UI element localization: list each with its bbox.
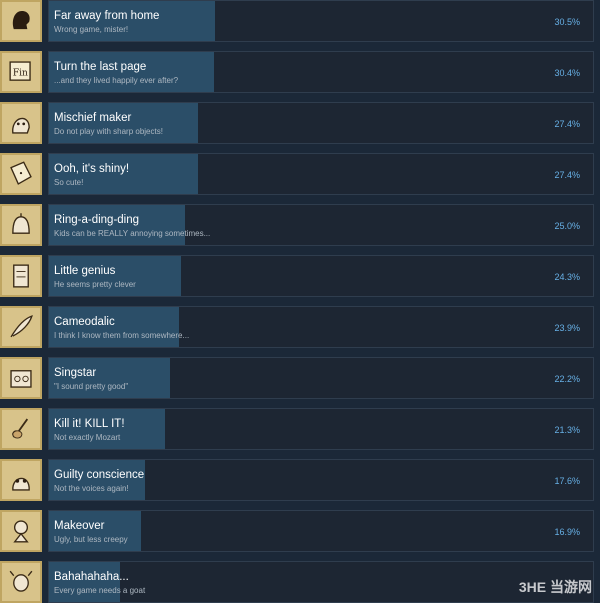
unlock-percentage: 17.6% xyxy=(554,476,580,486)
doll-icon xyxy=(0,510,42,552)
achievement-description: "I sound pretty good" xyxy=(54,382,129,391)
feather-icon xyxy=(0,306,42,348)
unlock-percentage: 25.0% xyxy=(554,221,580,231)
radio-icon xyxy=(0,357,42,399)
achievement-row[interactable]: Makeover Ugly, but less creepy 16.9% xyxy=(0,510,594,552)
progress-bar: Ring-a-ding-ding Kids can be REALLY annoy… xyxy=(48,204,594,246)
silhouette-face-icon xyxy=(0,0,42,42)
progress-bar: Cameodalic I think I know them from somew… xyxy=(48,306,594,348)
achievement-row[interactable]: Guilty conscience Not the voices again! 17… xyxy=(0,459,594,501)
achievement-title: Ring-a-ding-ding xyxy=(54,214,140,226)
violin-icon xyxy=(0,408,42,450)
achievement-description: Wrong game, mister! xyxy=(54,25,129,34)
achievement-row[interactable]: Bahahahaha... Every game needs a goat xyxy=(0,561,594,603)
achievement-row[interactable]: Kill it! KILL IT! Not exactly Mozart 21.3% xyxy=(0,408,594,450)
ghost-face-icon xyxy=(0,459,42,501)
shiny-cloth-icon xyxy=(0,153,42,195)
achievement-list: Far away from home Wrong game, mister! 30.… xyxy=(0,0,600,603)
achievement-title: Guilty conscience xyxy=(54,469,145,481)
book-fin-icon: Fin xyxy=(0,51,42,93)
achievement-description: So cute! xyxy=(54,178,84,187)
achievement-description: ...and they lived happily ever after? xyxy=(54,76,179,85)
svg-text:Fin: Fin xyxy=(13,69,28,79)
unlock-percentage: 23.9% xyxy=(554,323,580,333)
progress-bar: Singstar "I sound pretty good" 22.2% xyxy=(48,357,594,399)
achievement-description: Do not play with sharp objects! xyxy=(54,127,163,136)
bell-icon xyxy=(0,204,42,246)
achievement-title: Turn the last page xyxy=(54,61,147,73)
progress-bar: Kill it! KILL IT! Not exactly Mozart 21.3% xyxy=(48,408,594,450)
watermark: 3HE 当游网 xyxy=(518,579,592,595)
achievement-row[interactable]: Far away from home Wrong game, mister! 30.… xyxy=(0,0,594,42)
girl-face-icon xyxy=(0,102,42,144)
progress-bar: Ooh, it's shiny! So cute! 27.4% xyxy=(48,153,594,195)
achievement-description: Not the voices again! xyxy=(54,484,129,493)
achievement-description: I think I know them from somewhere... xyxy=(54,331,190,340)
achievement-title: Ooh, it's shiny! xyxy=(54,163,130,175)
achievement-row[interactable]: Singstar "I sound pretty good" 22.2% xyxy=(0,357,594,399)
unlock-percentage: 30.4% xyxy=(554,68,580,78)
achievement-description: Every game needs a goat xyxy=(54,586,146,595)
progress-bar: Turn the last page ...and they lived happ… xyxy=(48,51,594,93)
achievement-description: Ugly, but less creepy xyxy=(54,535,128,544)
achievement-title: Cameodalic xyxy=(54,316,115,328)
achievement-description: Not exactly Mozart xyxy=(54,433,121,442)
achievement-title: Little genius xyxy=(54,265,116,277)
progress-bar: Bahahahaha... Every game needs a goat xyxy=(48,561,594,603)
achievement-title: Mischief maker xyxy=(54,112,132,124)
progress-bar: Little genius He seems pretty clever 24.3% xyxy=(48,255,594,297)
unlock-percentage: 21.3% xyxy=(554,425,580,435)
achievement-row[interactable]: Ooh, it's shiny! So cute! 27.4% xyxy=(0,153,594,195)
scroll-figure-icon xyxy=(0,255,42,297)
achievement-row[interactable]: Ring-a-ding-ding Kids can be REALLY annoy… xyxy=(0,204,594,246)
unlock-percentage: 16.9% xyxy=(554,527,580,537)
unlock-percentage: 30.5% xyxy=(554,17,580,27)
progress-bar: Far away from home Wrong game, mister! 30.… xyxy=(48,0,594,42)
achievement-row[interactable]: Fin Turn the last page ...and they lived h… xyxy=(0,51,594,93)
unlock-percentage: 27.4% xyxy=(554,119,580,129)
achievement-title: Kill it! KILL IT! xyxy=(54,418,125,430)
achievement-row[interactable]: Mischief maker Do not play with sharp obj… xyxy=(0,102,594,144)
achievement-title: Singstar xyxy=(54,367,97,379)
unlock-percentage: 22.2% xyxy=(554,374,580,384)
achievement-title: Bahahahaha... xyxy=(54,571,129,583)
progress-bar: Guilty conscience Not the voices again! 17… xyxy=(48,459,594,501)
unlock-percentage: 24.3% xyxy=(554,272,580,282)
progress-bar: Mischief maker Do not play with sharp obj… xyxy=(48,102,594,144)
achievement-description: He seems pretty clever xyxy=(54,280,136,289)
achievement-title: Far away from home xyxy=(54,10,160,22)
achievement-row[interactable]: Cameodalic I think I know them from somew… xyxy=(0,306,594,348)
unlock-percentage: 27.4% xyxy=(554,170,580,180)
achievement-title: Makeover xyxy=(54,520,105,532)
achievement-description: Kids can be REALLY annoying sometimes... xyxy=(54,229,211,238)
progress-bar: Makeover Ugly, but less creepy 16.9% xyxy=(48,510,594,552)
achievement-row[interactable]: Little genius He seems pretty clever 24.3% xyxy=(0,255,594,297)
goat-icon xyxy=(0,561,42,603)
